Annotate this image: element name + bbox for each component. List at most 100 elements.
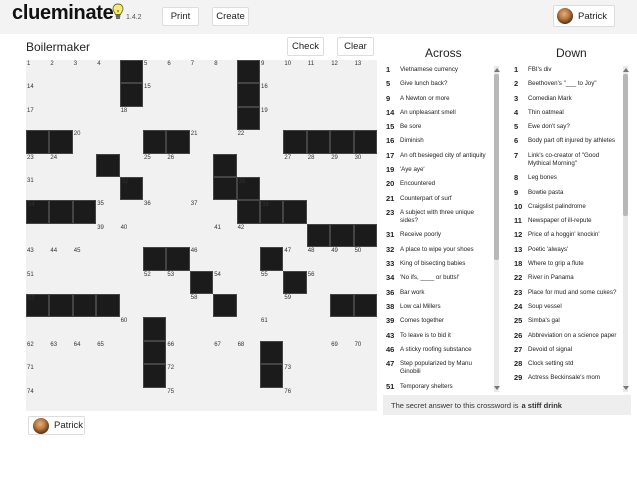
clue-item[interactable]: 34 'No ifs, ____ or butts!'	[384, 274, 492, 282]
grid-cell[interactable]	[260, 177, 283, 200]
grid-cell[interactable]	[49, 177, 72, 200]
grid-cell[interactable]	[120, 200, 143, 223]
across-scroll-thumb[interactable]	[494, 74, 499, 260]
grid-cell[interactable]: 18	[120, 107, 143, 130]
grid-cell[interactable]	[307, 107, 330, 130]
grid-cell[interactable]: 14	[26, 83, 49, 106]
grid-cell[interactable]	[49, 364, 72, 387]
grid-cell[interactable]	[190, 388, 213, 411]
grid-cell[interactable]: 17	[26, 107, 49, 130]
grid-cell[interactable]	[143, 177, 166, 200]
grid-cell[interactable]	[49, 317, 72, 340]
grid-cell[interactable]	[120, 364, 143, 387]
grid-cell[interactable]: 69	[330, 341, 353, 364]
grid-cell[interactable]: 36	[143, 200, 166, 223]
grid-cell[interactable]: 53	[166, 271, 189, 294]
grid-cell[interactable]	[26, 224, 49, 247]
grid-cell[interactable]: 52	[143, 271, 166, 294]
grid-cell[interactable]	[237, 154, 260, 177]
grid-cell[interactable]: 72	[166, 364, 189, 387]
clue-item[interactable]: 9 Bowtie pasta	[512, 188, 621, 197]
grid-cell[interactable]: 59	[283, 294, 306, 317]
clue-item[interactable]: 18 Where to grip a flute	[512, 259, 621, 268]
grid-cell[interactable]: 13	[354, 60, 377, 83]
grid-cell[interactable]	[330, 83, 353, 106]
grid-cell[interactable]	[330, 388, 353, 411]
grid-cell[interactable]	[237, 247, 260, 270]
grid-cell[interactable]	[354, 364, 377, 387]
grid-cell[interactable]: 25	[143, 154, 166, 177]
grid-cell[interactable]: 63	[49, 341, 72, 364]
grid-cell[interactable]: 68	[237, 341, 260, 364]
clue-item[interactable]: 23 Place for mud and some cukes?	[512, 288, 621, 297]
down-scrollbar[interactable]	[622, 66, 629, 392]
clue-item[interactable]: 39 Comes together	[384, 317, 492, 325]
scroll-down-arrow-icon[interactable]	[622, 386, 629, 390]
clue-item[interactable]: 13 Poetic 'always'	[512, 245, 621, 254]
clue-item[interactable]: 3 Comedian Mark	[512, 94, 621, 103]
grid-cell[interactable]	[190, 177, 213, 200]
grid-cell[interactable]	[307, 294, 330, 317]
grid-cell[interactable]	[190, 364, 213, 387]
grid-cell[interactable]: 35	[96, 200, 119, 223]
grid-cell[interactable]	[49, 224, 72, 247]
grid-cell[interactable]: 70	[354, 341, 377, 364]
check-button[interactable]: Check	[287, 37, 324, 56]
grid-cell[interactable]	[330, 317, 353, 340]
grid-cell[interactable]	[73, 271, 96, 294]
grid-cell[interactable]	[96, 177, 119, 200]
grid-cell[interactable]: 1	[26, 60, 49, 83]
grid-cell[interactable]	[73, 177, 96, 200]
grid-cell[interactable]	[307, 200, 330, 223]
grid-cell[interactable]: 3	[73, 60, 96, 83]
grid-cell[interactable]: 45	[73, 247, 96, 270]
clue-item[interactable]: 15 Be sore	[384, 122, 492, 131]
grid-cell[interactable]	[49, 388, 72, 411]
grid-cell[interactable]	[237, 294, 260, 317]
grid-cell[interactable]: 51	[26, 271, 49, 294]
grid-cell[interactable]	[49, 271, 72, 294]
clue-item[interactable]: 14 An unpleasant smell	[384, 108, 492, 117]
grid-cell[interactable]	[283, 83, 306, 106]
grid-cell[interactable]	[73, 364, 96, 387]
grid-cell[interactable]	[330, 364, 353, 387]
grid-cell[interactable]	[213, 388, 236, 411]
grid-cell[interactable]	[237, 271, 260, 294]
grid-cell[interactable]: 30	[354, 154, 377, 177]
clue-item[interactable]: 12 Price of a hoggin' knockin'	[512, 231, 621, 239]
grid-cell[interactable]	[120, 341, 143, 364]
grid-cell[interactable]: 41	[213, 224, 236, 247]
grid-cell[interactable]	[120, 247, 143, 270]
grid-cell[interactable]	[190, 317, 213, 340]
grid-cell[interactable]: 20	[73, 130, 96, 153]
grid-cell[interactable]	[120, 294, 143, 317]
grid-cell[interactable]	[73, 154, 96, 177]
grid-cell[interactable]: 7	[190, 60, 213, 83]
clue-item[interactable]: 10 Craigslist palindrome	[512, 202, 621, 211]
grid-cell[interactable]	[143, 388, 166, 411]
grid-cell[interactable]	[237, 364, 260, 387]
clue-item[interactable]: 4 Thin oatmeal	[512, 108, 621, 117]
scroll-down-arrow-icon[interactable]	[493, 386, 500, 390]
grid-cell[interactable]	[283, 317, 306, 340]
user-menu-button[interactable]: Patrick	[553, 5, 615, 27]
grid-cell[interactable]: 21	[190, 130, 213, 153]
clue-item[interactable]: 6 Body part oft injured by athletes	[512, 137, 621, 145]
grid-cell[interactable]: 12	[330, 60, 353, 83]
grid-cell[interactable]: 10	[283, 60, 306, 83]
grid-cell[interactable]	[354, 317, 377, 340]
clue-item[interactable]: 16 Diminish	[384, 137, 492, 145]
clue-item[interactable]: 9 A Newton or more	[384, 94, 492, 103]
grid-cell[interactable]: 49	[330, 247, 353, 270]
grid-cell[interactable]	[330, 177, 353, 200]
clue-item[interactable]: 28 Clock setting std	[512, 359, 621, 368]
grid-cell[interactable]: 54	[213, 271, 236, 294]
clue-item[interactable]: 5 Give lunch back?	[384, 80, 492, 88]
clue-item[interactable]: 19 'Aye aye'	[384, 165, 492, 174]
grid-cell[interactable]	[260, 154, 283, 177]
grid-cell[interactable]	[213, 83, 236, 106]
grid-cell[interactable]	[96, 107, 119, 130]
grid-cell[interactable]: 75	[166, 388, 189, 411]
grid-cell[interactable]	[120, 388, 143, 411]
grid-cell[interactable]: 46	[190, 247, 213, 270]
